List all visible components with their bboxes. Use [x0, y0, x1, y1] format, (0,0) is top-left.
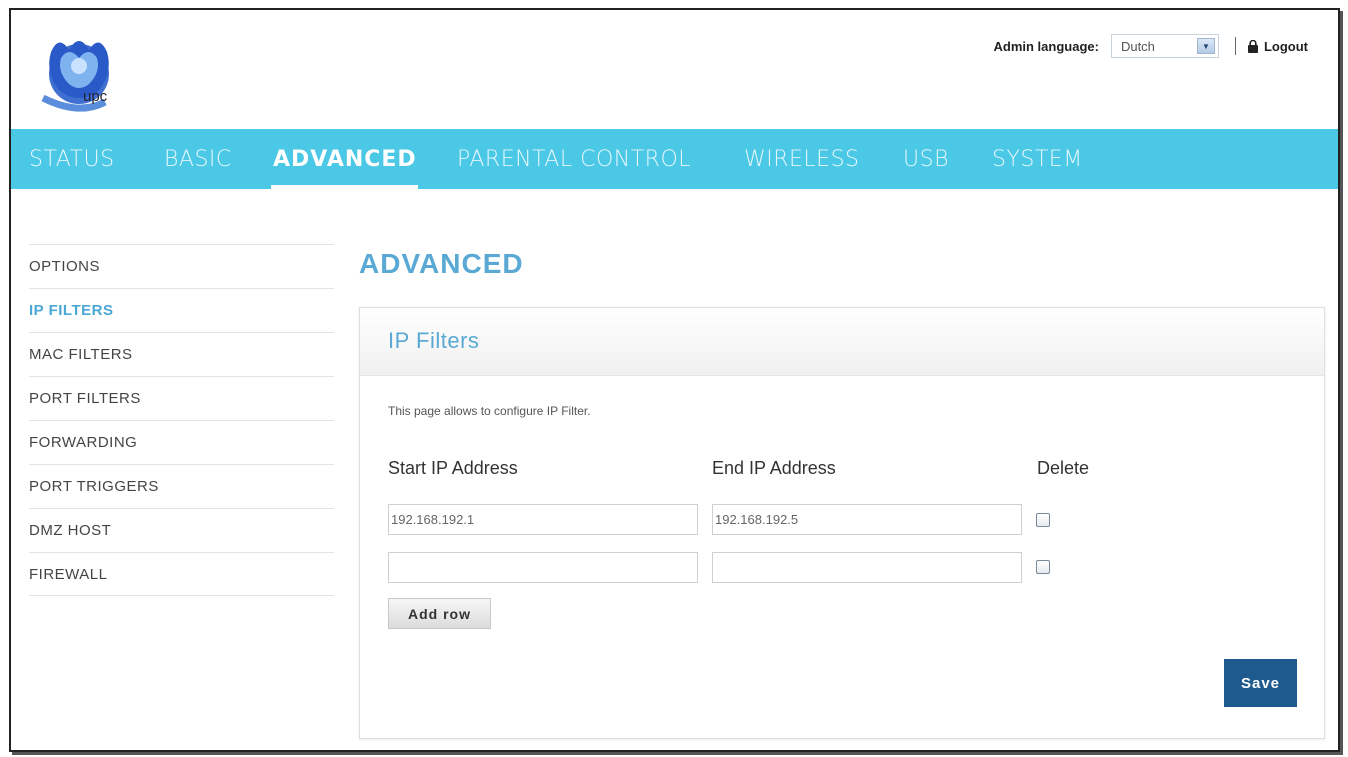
nav-usb[interactable]: USB: [903, 147, 949, 172]
chevron-down-icon[interactable]: ▼: [1196, 38, 1215, 54]
active-tab-indicator: [271, 185, 418, 189]
nav-basic[interactable]: BASIC: [164, 147, 232, 172]
end-ip-input-row-1[interactable]: 192.168.192.5: [712, 504, 1022, 535]
lock-icon: [1247, 39, 1258, 53]
admin-language-label: Admin language:: [993, 38, 1099, 54]
router-admin-window: upc Admin language: Dutch ▼ Logout STATU…: [9, 8, 1340, 752]
nav-status[interactable]: STATUS: [29, 147, 115, 172]
main-nav: STATUS BASIC ADVANCED PARENTAL CONTROL W…: [11, 129, 1338, 189]
ip-filters-panel: IP Filters This page allows to configure…: [359, 307, 1325, 739]
admin-language-value: Dutch: [1120, 38, 1155, 54]
add-row-button[interactable]: Add row: [388, 598, 491, 629]
divider: [1234, 37, 1236, 55]
panel-title: IP Filters: [388, 328, 480, 353]
nav-system[interactable]: SYSTEM: [992, 147, 1083, 172]
sidebar-item-options[interactable]: OPTIONS: [29, 244, 334, 288]
column-header-delete: Delete: [1037, 458, 1090, 478]
logo-text: upc: [83, 88, 108, 105]
column-header-end-ip: End IP Address: [712, 458, 836, 478]
sidebar-item-ip-filters[interactable]: IP FILTERS: [29, 288, 334, 332]
sidebar-item-firewall[interactable]: FIREWALL: [29, 552, 334, 596]
nav-advanced[interactable]: ADVANCED: [273, 147, 417, 172]
panel-description: This page allows to configure IP Filter.: [388, 404, 591, 418]
column-header-start-ip: Start IP Address: [388, 458, 518, 478]
end-ip-input-row-2[interactable]: [712, 552, 1022, 583]
logout-link[interactable]: Logout: [1264, 39, 1308, 54]
page-title: ADVANCED: [359, 248, 524, 279]
sidebar-item-port-filters[interactable]: PORT FILTERS: [29, 376, 334, 420]
sidebar-item-forwarding[interactable]: FORWARDING: [29, 420, 334, 464]
start-ip-input-row-2[interactable]: [388, 552, 698, 583]
nav-wireless[interactable]: WIRELESS: [744, 147, 860, 172]
admin-language-select[interactable]: Dutch ▼: [1110, 34, 1219, 58]
nav-parental-control[interactable]: PARENTAL CONTROL: [457, 147, 691, 172]
sidebar-item-mac-filters[interactable]: MAC FILTERS: [29, 332, 334, 376]
page-header: upc Admin language: Dutch ▼ Logout: [11, 10, 1338, 128]
sidebar-item-port-triggers[interactable]: PORT TRIGGERS: [29, 464, 334, 508]
delete-checkbox-row-1[interactable]: [1036, 513, 1050, 527]
upc-logo-icon: [41, 41, 109, 112]
save-button[interactable]: Save: [1224, 659, 1297, 707]
start-ip-input-row-1[interactable]: 192.168.192.1: [388, 504, 698, 535]
topbar: Admin language: Dutch ▼ Logout: [993, 34, 1308, 58]
sidebar-item-dmz-host[interactable]: DMZ HOST: [29, 508, 334, 552]
sidebar: OPTIONS IP FILTERS MAC FILTERS PORT FILT…: [29, 244, 334, 596]
panel-header: IP Filters: [360, 308, 1324, 376]
delete-checkbox-row-2[interactable]: [1036, 560, 1050, 574]
